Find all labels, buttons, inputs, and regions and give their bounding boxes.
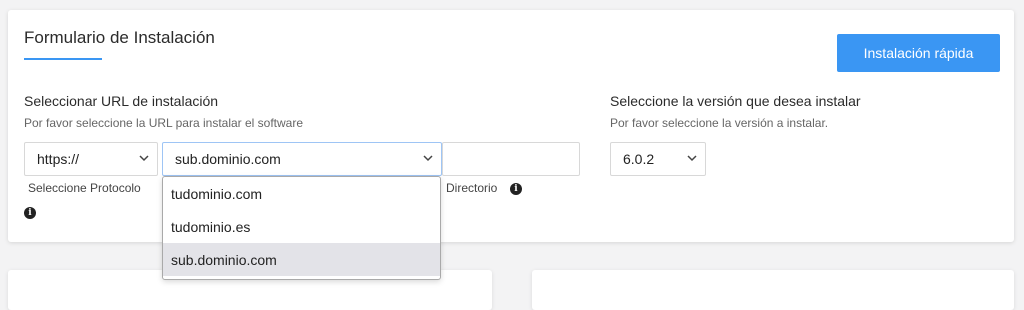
- dropdown-option-selected[interactable]: sub.dominio.com: [163, 243, 440, 276]
- title-underline: [24, 58, 102, 60]
- protocol-value: https://: [37, 151, 80, 167]
- domain-dropdown-list: tudominio.com tudominio.es sub.dominio.c…: [162, 176, 441, 280]
- form-title: Formulario de Instalación: [24, 28, 215, 47]
- chevron-down-icon: [687, 155, 697, 162]
- version-section-label: Seleccione la versión que desea instalar: [610, 93, 861, 109]
- chevron-down-icon: [423, 155, 433, 162]
- quick-install-button[interactable]: Instalación rápida: [837, 34, 1000, 72]
- installation-form-card: Formulario de Instalación Instalación rá…: [8, 10, 1014, 242]
- version-value: 6.0.2: [623, 151, 655, 167]
- dropdown-option[interactable]: tudominio.es: [163, 210, 440, 243]
- directory-caption: Directorio: [446, 181, 498, 195]
- info-icon[interactable]: i: [510, 183, 522, 195]
- domain-value: sub.dominio.com: [175, 151, 281, 167]
- directory-input[interactable]: [442, 142, 580, 176]
- url-section-hint: Por favor seleccione la URL para instala…: [24, 116, 304, 130]
- chevron-down-icon: [139, 155, 149, 162]
- domain-select[interactable]: sub.dominio.com: [162, 142, 442, 176]
- lower-card-right: [532, 270, 1014, 310]
- protocol-select[interactable]: https://: [24, 142, 158, 176]
- info-icon[interactable]: i: [24, 207, 36, 219]
- version-select[interactable]: 6.0.2: [610, 142, 706, 176]
- version-section-hint: Por favor seleccione la versión a instal…: [610, 116, 829, 130]
- dropdown-option[interactable]: tudominio.com: [163, 177, 440, 210]
- url-section-label: Seleccionar URL de instalación: [24, 93, 219, 109]
- protocol-caption: Seleccione Protocolo: [28, 181, 141, 195]
